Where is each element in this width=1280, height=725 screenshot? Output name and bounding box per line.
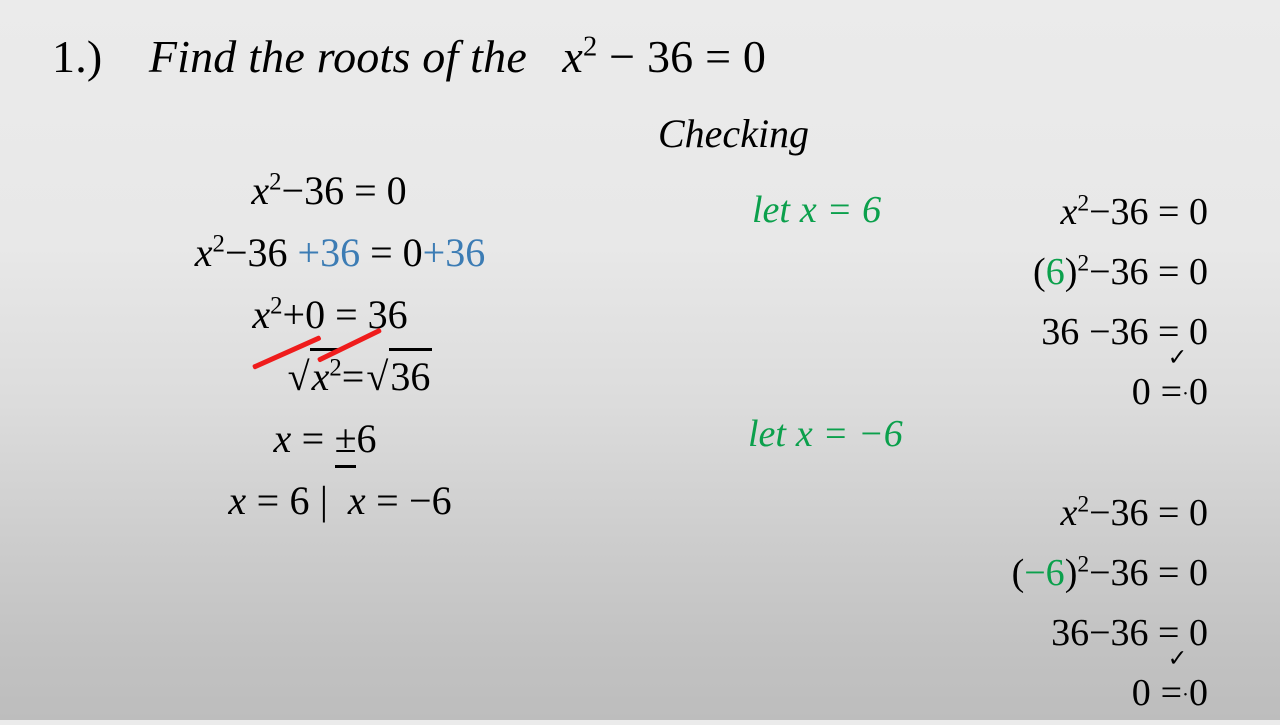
add36-right-addend: +36 <box>422 230 486 275</box>
check1-equals-glyph: = <box>1160 371 1183 413</box>
work-line-roots: x = 6 | x = −6 <box>60 470 620 532</box>
check1-row3-rest: −36 = 0 <box>1089 311 1208 353</box>
check1-row4: 0 ✓ =·0 <box>700 345 1208 423</box>
check2-open-paren: ( <box>1011 552 1025 595</box>
check2-row2-rest: −36 = 0 <box>1089 552 1208 595</box>
check2-row2: (−6)2−36 = 0 <box>700 543 1208 603</box>
work-line-simplified: x2+0 = 36 <box>60 284 620 346</box>
title-prompt: Find the roots of the <box>148 31 527 82</box>
original-rest: −36 = 0 <box>281 168 407 213</box>
check2-equals-glyph: = <box>1160 672 1183 715</box>
check2-row1-rest: −36 = 0 <box>1089 492 1208 535</box>
check1-row2-rest: −36 = 0 <box>1089 251 1208 293</box>
simplified-rest: +0 = 36 <box>282 292 408 337</box>
radical-right: √36 <box>364 346 432 408</box>
check2-row4-rhs: 0 <box>1189 672 1208 715</box>
page-title: 1.) Find the roots of the x2 − 36 = 0 <box>52 30 766 83</box>
root-right-equals: = <box>376 478 399 523</box>
check2-substituted-value: −6 <box>1024 552 1065 595</box>
add36-exponent: 2 <box>212 230 225 258</box>
check2-row4-lhs: 0 <box>1131 672 1151 715</box>
check-block-spacer <box>700 423 1208 483</box>
pm-equals: = <box>301 416 325 461</box>
work-line-original: x2−36 = 0 <box>60 160 620 222</box>
root-left-value: 6 <box>289 478 310 523</box>
check2-row3: 36−36 = 0 <box>700 603 1208 663</box>
check1-row1-exponent: 2 <box>1077 190 1090 217</box>
check1-open-paren: ( <box>1033 251 1046 293</box>
check1-row1-x: x <box>1060 191 1078 233</box>
roots-divider: | <box>319 478 328 523</box>
check2-row1: x2−36 = 0 <box>700 483 1208 543</box>
check2-row3-rest: −36 = 0 <box>1089 612 1208 655</box>
sqrt-equals: = <box>341 354 365 399</box>
check2-row4: 0 ✓ =·0 <box>700 647 1208 724</box>
original-exponent: 2 <box>269 168 282 196</box>
pm-value: 6 <box>356 416 377 461</box>
title-equation-rest: − 36 = 0 <box>609 31 767 82</box>
check1-row1: x2−36 = 0 <box>700 182 1208 242</box>
title-number: 1.) <box>52 31 103 82</box>
work-line-sqrt: √x2 =√36 <box>60 346 620 408</box>
radicand-right: 36 <box>390 354 431 399</box>
checkmark-icon-2: ✓ <box>1167 644 1188 673</box>
check1-row3: 36 −36 = 0 <box>700 302 1208 362</box>
simplified-x: x <box>252 292 271 337</box>
check1-row2: (6)2−36 = 0 <box>700 242 1208 302</box>
check2-row1-x: x <box>1060 492 1078 535</box>
add36-equals-zero: = 0 <box>360 230 423 275</box>
check2-row2-exponent: 2 <box>1077 551 1090 578</box>
radicand-left-exponent: 2 <box>329 354 342 382</box>
work-line-plusminus: x = ±6 <box>60 408 620 470</box>
check1-row4-lhs: 0 <box>1131 371 1151 413</box>
checking-heading: Checking <box>658 111 810 156</box>
check2-row4-equals: ✓ = <box>1160 647 1188 723</box>
pm-sign: ± <box>335 408 357 470</box>
root-right-value: −6 <box>409 478 452 523</box>
check1-row1-rest: −36 = 0 <box>1089 191 1208 233</box>
work-line-add36: x2−36 +36 = 0+36 <box>60 222 620 284</box>
pm-lhs: x <box>273 416 292 461</box>
check1-row4-rhs: 0 <box>1189 371 1208 413</box>
checkmark-icon-1: ✓ <box>1167 342 1188 371</box>
title-equation-exponent: 2 <box>582 31 598 63</box>
radical-bar-right <box>389 348 432 352</box>
check1-row4-dot: · <box>1182 381 1189 406</box>
check1-close-paren: ) <box>1064 251 1078 293</box>
root-right-x: x <box>347 478 366 523</box>
add36-x: x <box>194 230 213 275</box>
root-left-equals: = <box>256 478 280 523</box>
work-column: x2−36 = 0 x2−36 +36 = 0+36 x2+0 = 36 √x2… <box>60 160 620 532</box>
radical-glyph-right: √ <box>366 354 389 399</box>
root-left-x: x <box>228 478 247 523</box>
radical-glyph-left: √ <box>287 354 310 399</box>
slide-canvas: 1.) Find the roots of the x2 − 36 = 0 x2… <box>0 0 1280 720</box>
check2-row3-lhs: 36 <box>1051 612 1090 655</box>
checking-column: x2−36 = 0 (6)2−36 = 0 36 −36 = 0 0 ✓ =·0 x2… <box>700 182 1208 725</box>
check2-close-paren: ) <box>1064 552 1078 595</box>
add36-left-addend: +36 <box>297 230 361 275</box>
check1-row4-equals: ✓ = <box>1160 345 1188 422</box>
check2-row1-exponent: 2 <box>1077 491 1090 518</box>
add36-minus36: −36 <box>224 230 298 275</box>
simplified-exponent: 2 <box>270 292 283 320</box>
check1-row2-exponent: 2 <box>1077 250 1090 277</box>
check1-substituted-value: 6 <box>1045 251 1065 293</box>
original-x: x <box>251 168 270 213</box>
title-equation-base: x <box>562 31 583 82</box>
check2-row4-dot: · <box>1182 682 1189 707</box>
check1-row3-lhs: 36 <box>1041 311 1080 353</box>
